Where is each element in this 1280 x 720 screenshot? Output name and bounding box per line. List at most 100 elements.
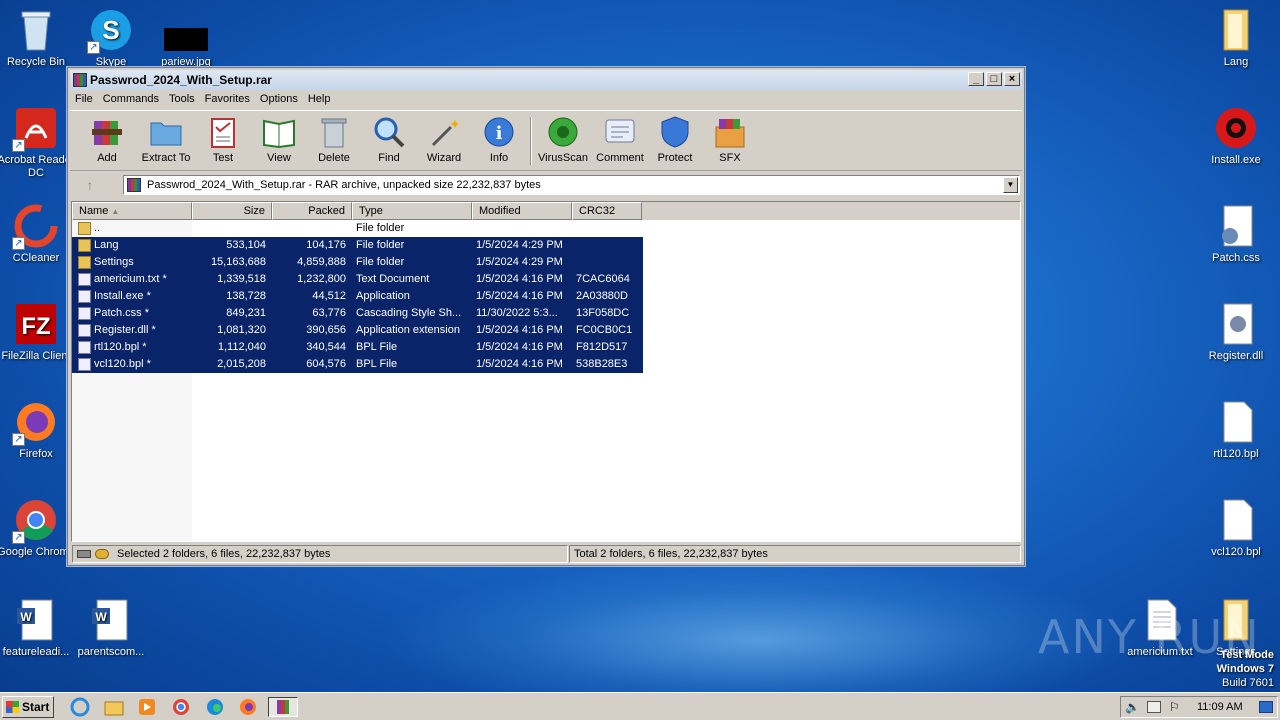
cell-modified: 1/5/2024 4:29 PM bbox=[476, 239, 563, 251]
desktop-icon-filezilla[interactable]: FZ FileZilla Client bbox=[0, 302, 76, 363]
winrar-window: Passwrod_2024_With_Setup.rar _ □ × File C… bbox=[67, 67, 1025, 566]
show-desktop-icon[interactable] bbox=[1259, 701, 1273, 713]
address-field[interactable]: Passwrod_2024_With_Setup.rar - RAR archi… bbox=[123, 175, 1020, 195]
start-button[interactable]: Start bbox=[2, 696, 54, 718]
table-row[interactable]: rtl120.bpl * 1,112,040 340,544 BPL File 1/5/… bbox=[72, 339, 643, 356]
virus-icon bbox=[546, 115, 580, 149]
shortcut-arrow-icon: ↗ bbox=[12, 531, 25, 544]
file-list[interactable]: Name ▲ Size Packed Type Modified CRC32 .… bbox=[71, 201, 1021, 542]
toolbar-test-button[interactable]: Test bbox=[195, 115, 251, 164]
table-row[interactable]: Install.exe * 138,728 44,512 Application 1/5… bbox=[72, 288, 643, 305]
table-row[interactable]: .. File folder bbox=[72, 220, 643, 237]
desktop-icon-lang-folder[interactable]: Lang bbox=[1196, 8, 1276, 69]
menu-favorites[interactable]: Favorites bbox=[200, 90, 255, 109]
action-center-flag-icon[interactable]: ⚐ bbox=[1169, 700, 1180, 714]
clock[interactable]: 11:09 AM bbox=[1197, 701, 1243, 713]
wand-icon: ✦ bbox=[427, 115, 461, 149]
toolbar-add-button[interactable]: Add bbox=[79, 115, 135, 164]
chrome-taskbar-icon[interactable] bbox=[170, 697, 192, 717]
cell-packed bbox=[272, 220, 346, 237]
table-row[interactable]: Register.dll * 1,081,320 390,656 Applicatio… bbox=[72, 322, 643, 339]
menu-commands[interactable]: Commands bbox=[98, 90, 164, 109]
sort-ascending-icon: ▲ bbox=[111, 207, 120, 216]
cell-crc: F812D517 bbox=[576, 341, 628, 353]
menu-options[interactable]: Options bbox=[255, 90, 303, 109]
toolbar-view-button[interactable]: View bbox=[251, 115, 307, 164]
desktop-icon-skype[interactable]: S ↗ Skype bbox=[71, 8, 151, 69]
title-bar[interactable]: Passwrod_2024_With_Setup.rar _ □ × bbox=[70, 70, 1022, 90]
shield-icon bbox=[658, 115, 692, 149]
word-document-icon: W bbox=[14, 598, 58, 642]
table-row[interactable]: vcl120.bpl * 2,015,208 604,576 BPL File 1/5/… bbox=[72, 356, 643, 373]
desktop-icon-label: Patch.css bbox=[1212, 252, 1260, 264]
explorer-taskbar-icon[interactable] bbox=[103, 697, 125, 717]
toolbar-extract-button[interactable]: Extract To bbox=[138, 115, 194, 164]
table-row[interactable]: Settings 15,163,688 4,859,888 File folder 1/… bbox=[72, 254, 643, 271]
desktop-icon-chrome[interactable]: ↗ Google Chrome bbox=[0, 498, 76, 559]
column-header-size[interactable]: Size bbox=[192, 202, 272, 220]
winrar-taskbar-icon[interactable] bbox=[268, 697, 298, 717]
toolbar-comment-button[interactable]: Comment bbox=[592, 115, 648, 164]
column-header-type[interactable]: Type bbox=[352, 202, 472, 220]
desktop-icon-word-doc-1[interactable]: W featureleadi... bbox=[0, 598, 76, 659]
toolbar-label: View bbox=[267, 152, 291, 164]
drive-icon bbox=[77, 550, 91, 558]
toolbar-sfx-button[interactable]: SFX bbox=[702, 115, 758, 164]
menu-file[interactable]: File bbox=[70, 90, 98, 109]
table-row[interactable]: americium.txt * 1,339,518 1,232,800 Text Do… bbox=[72, 271, 643, 288]
desktop-icon-label: featureleadi... bbox=[2, 646, 70, 658]
status-selected: Selected 2 folders, 6 files, 22,232,837 … bbox=[72, 545, 568, 563]
edge-taskbar-icon[interactable] bbox=[204, 697, 226, 717]
toolbar-wizard-button[interactable]: ✦ Wizard bbox=[416, 115, 472, 164]
desktop-icon-rtl120-bpl[interactable]: rtl120.bpl bbox=[1196, 400, 1276, 461]
desktop-icon-word-doc-2[interactable]: W parentscom... bbox=[71, 598, 151, 659]
desktop-icon-label: vcl120.bpl bbox=[1211, 546, 1261, 558]
desktop-icon-label: parentscom... bbox=[77, 646, 145, 658]
toolbar-find-button[interactable]: Find bbox=[361, 115, 417, 164]
toolbar-protect-button[interactable]: Protect bbox=[647, 115, 703, 164]
comment-icon bbox=[603, 115, 637, 149]
toolbar-label: Find bbox=[378, 152, 400, 164]
desktop-icon-ccleaner[interactable]: ↗ CCleaner bbox=[0, 204, 76, 265]
desktop-icon-label: FileZilla Client bbox=[1, 350, 71, 362]
file-icon bbox=[78, 358, 91, 371]
desktop-icon-patch-css[interactable]: Patch.css bbox=[1196, 204, 1276, 265]
toolbar-label: Extract To bbox=[141, 152, 191, 164]
svg-text:✦: ✦ bbox=[449, 117, 461, 133]
column-header-modified[interactable]: Modified bbox=[472, 202, 572, 220]
menu-help[interactable]: Help bbox=[303, 90, 336, 109]
toolbar-delete-button[interactable]: Delete bbox=[306, 115, 362, 164]
maximize-button[interactable]: □ bbox=[986, 72, 1002, 86]
cell-modified: 11/30/2022 5:3... bbox=[476, 307, 558, 319]
cell-name: .. bbox=[94, 222, 101, 234]
address-dropdown-button[interactable]: ▼ bbox=[1003, 177, 1018, 193]
desktop-icon-vcl120-bpl[interactable]: vcl120.bpl bbox=[1196, 498, 1276, 559]
table-row[interactable]: Lang 533,104 104,176 File folder 1/5/2024 4:… bbox=[72, 237, 643, 254]
trash-icon bbox=[317, 115, 351, 149]
ie-taskbar-icon[interactable] bbox=[69, 697, 91, 717]
desktop-icon-firefox[interactable]: ↗ Firefox bbox=[0, 400, 76, 461]
desktop-icon-label: Register.dll bbox=[1208, 350, 1264, 362]
toolbar-info-button[interactable]: i Info bbox=[471, 115, 527, 164]
column-header-name[interactable]: Name ▲ bbox=[72, 202, 192, 220]
desktop-icon-recycle-bin[interactable]: Recycle Bin bbox=[0, 8, 76, 69]
desktop-icon-install-exe[interactable]: Install.exe bbox=[1196, 106, 1276, 167]
up-arrow-icon[interactable]: ↑ bbox=[80, 176, 100, 194]
minimize-button[interactable]: _ bbox=[968, 72, 984, 86]
media-player-taskbar-icon[interactable] bbox=[136, 697, 158, 717]
desktop-icon-pariew[interactable]: pariew.jpg bbox=[146, 8, 226, 69]
desktop-icon-acrobat[interactable]: ↗ Acrobat Reader DC bbox=[0, 106, 76, 180]
speaker-icon[interactable]: 🔈 bbox=[1125, 700, 1140, 714]
desktop-icon-register-dll[interactable]: Register.dll bbox=[1196, 302, 1276, 363]
cell-name: Settings bbox=[94, 256, 134, 268]
column-header-packed[interactable]: Packed bbox=[272, 202, 352, 220]
toolbar-label: Protect bbox=[657, 152, 693, 164]
close-button[interactable]: × bbox=[1004, 72, 1020, 86]
column-header-crc32[interactable]: CRC32 bbox=[572, 202, 642, 220]
svg-text:i: i bbox=[496, 123, 503, 144]
table-row[interactable]: Patch.css * 849,231 63,776 Cascading Style … bbox=[72, 305, 643, 322]
network-icon[interactable] bbox=[1147, 701, 1161, 713]
toolbar-virusscan-button[interactable]: VirusScan bbox=[535, 115, 591, 164]
firefox-taskbar-icon[interactable] bbox=[237, 697, 259, 717]
menu-tools[interactable]: Tools bbox=[164, 90, 200, 109]
